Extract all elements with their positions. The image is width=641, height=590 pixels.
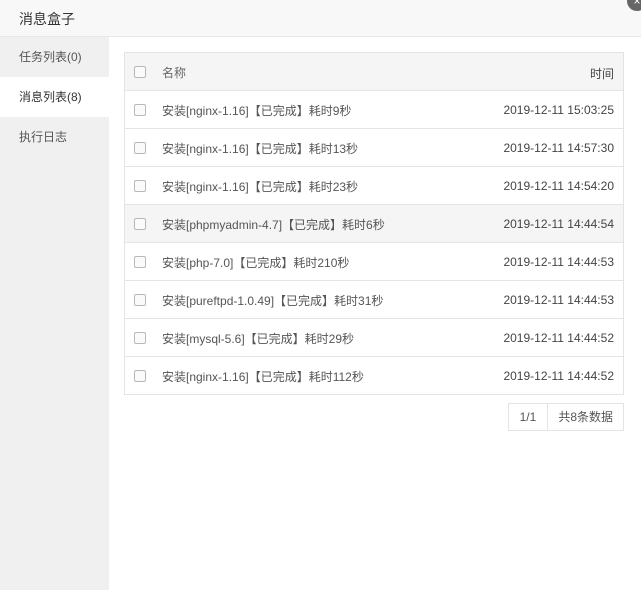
pagination: 1/1 共8条数据 xyxy=(507,403,624,431)
sidebar-item-message-list[interactable]: 消息列表(8) xyxy=(0,77,109,117)
row-checkbox[interactable] xyxy=(134,370,146,382)
column-header-time: 时间 xyxy=(589,67,614,81)
pagination-total: 共8条数据 xyxy=(558,410,613,424)
table-row: 安装[mysql-5.6]【已完成】耗时29秒 2019-12-11 14:44… xyxy=(125,319,623,357)
row-time: 2019-12-11 14:44:52 xyxy=(503,331,614,345)
table-row: 安装[nginx-1.16]【已完成】耗时23秒 2019-12-11 14:5… xyxy=(125,167,623,205)
table-row: 安装[nginx-1.16]【已完成】耗时9秒 2019-12-11 15:03… xyxy=(125,91,623,129)
row-name: 安装[nginx-1.16]【已完成】耗时112秒 xyxy=(162,370,364,384)
pagination-page[interactable]: 1/1 xyxy=(509,404,549,430)
row-time: 2019-12-11 14:44:54 xyxy=(503,217,614,231)
dialog-title: 消息盒子 xyxy=(19,11,75,27)
row-time: 2019-12-11 14:44:52 xyxy=(503,369,614,383)
column-header-name: 名称 xyxy=(162,66,187,80)
dialog-title-bar: 消息盒子 xyxy=(0,0,641,37)
row-name: 安装[nginx-1.16]【已完成】耗时9秒 xyxy=(162,104,352,118)
row-time: 2019-12-11 15:03:25 xyxy=(503,103,614,117)
select-all-checkbox[interactable] xyxy=(134,66,146,78)
table-row: 安装[pureftpd-1.0.49]【已完成】耗时31秒 2019-12-11… xyxy=(125,281,623,319)
row-checkbox[interactable] xyxy=(134,332,146,344)
row-checkbox[interactable] xyxy=(134,256,146,268)
sidebar-item-task-list[interactable]: 任务列表(0) xyxy=(0,37,109,77)
content-panel: 名称 时间 安装[nginx-1.16]【已完成】耗时9秒 2019-12-11… xyxy=(109,37,641,590)
table-row: 安装[phpmyadmin-4.7]【已完成】耗时6秒 2019-12-11 1… xyxy=(125,205,623,243)
row-name: 安装[nginx-1.16]【已完成】耗时23秒 xyxy=(162,180,359,194)
row-time: 2019-12-11 14:57:30 xyxy=(503,141,614,155)
row-name: 安装[nginx-1.16]【已完成】耗时13秒 xyxy=(162,142,359,156)
row-checkbox[interactable] xyxy=(134,180,146,192)
message-table: 名称 时间 安装[nginx-1.16]【已完成】耗时9秒 2019-12-11… xyxy=(124,52,624,395)
row-checkbox[interactable] xyxy=(134,104,146,116)
table-row: 安装[nginx-1.16]【已完成】耗时112秒 2019-12-11 14:… xyxy=(125,357,623,395)
sidebar-item-execution-log[interactable]: 执行日志 xyxy=(0,117,109,157)
table-row: 安装[php-7.0]【已完成】耗时210秒 2019-12-11 14:44:… xyxy=(125,243,623,281)
message-box-dialog: 消息盒子 × 任务列表(0) 消息列表(8) 执行日志 名称 时间 安装[ngi… xyxy=(0,0,641,590)
table-header: 名称 时间 xyxy=(125,53,623,91)
row-name: 安装[mysql-5.6]【已完成】耗时29秒 xyxy=(162,332,355,346)
row-name: 安装[php-7.0]【已完成】耗时210秒 xyxy=(162,256,350,270)
sidebar: 任务列表(0) 消息列表(8) 执行日志 xyxy=(0,37,109,590)
row-time: 2019-12-11 14:44:53 xyxy=(503,255,614,269)
row-checkbox[interactable] xyxy=(134,218,146,230)
row-name: 安装[pureftpd-1.0.49]【已完成】耗时31秒 xyxy=(162,294,384,308)
row-name: 安装[phpmyadmin-4.7]【已完成】耗时6秒 xyxy=(162,218,385,232)
row-checkbox[interactable] xyxy=(134,142,146,154)
row-checkbox[interactable] xyxy=(134,294,146,306)
row-time: 2019-12-11 14:54:20 xyxy=(503,179,614,193)
row-time: 2019-12-11 14:44:53 xyxy=(503,293,614,307)
table-row: 安装[nginx-1.16]【已完成】耗时13秒 2019-12-11 14:5… xyxy=(125,129,623,167)
